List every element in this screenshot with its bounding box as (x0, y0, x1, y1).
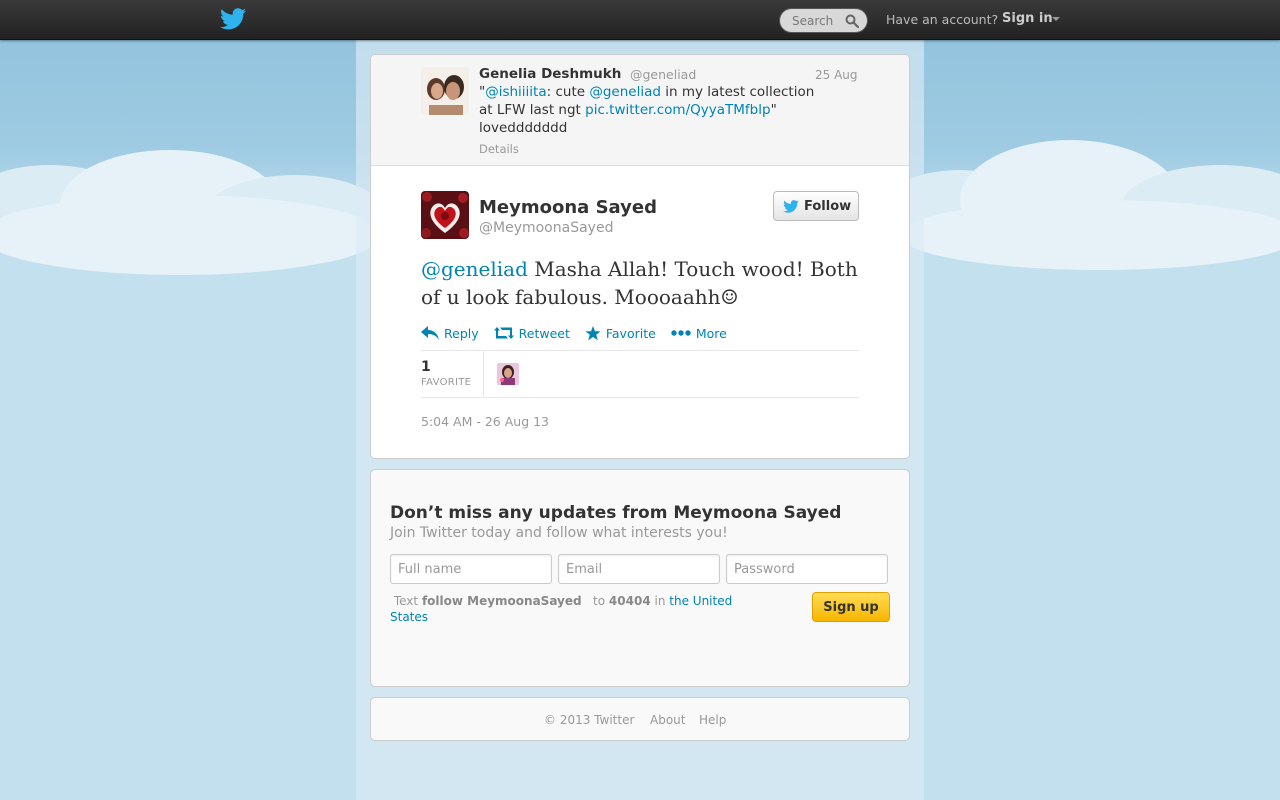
favorite-count[interactable]: 1 (421, 359, 431, 375)
full-name-field[interactable] (390, 554, 552, 584)
search-box[interactable] (779, 8, 868, 33)
favoriter-avatar[interactable] (497, 363, 519, 385)
parent-author-handle[interactable]: @geneliad (630, 67, 696, 82)
details-link[interactable]: Details (479, 142, 519, 156)
reply-button[interactable]: Reply (421, 326, 479, 341)
mention-link[interactable]: @geneliad (589, 84, 661, 100)
signup-title: Don’t miss any updates from Meymoona Say… (390, 503, 842, 523)
retweet-button[interactable]: Retweet (493, 325, 570, 341)
avatar-photo-icon (421, 67, 469, 115)
reply-icon (421, 326, 439, 340)
top-bar: Have an account? Sign in (0, 0, 1280, 40)
have-account-text: Have an account? (886, 12, 999, 27)
password-field[interactable] (726, 554, 888, 584)
twitter-bird-icon[interactable] (220, 8, 246, 30)
follow-label: Follow (804, 198, 852, 214)
mention-link[interactable]: @ishiiiita (485, 84, 546, 100)
signup-card: Don’t miss any updates from Meymoona Say… (370, 469, 910, 687)
pic-link[interactable]: pic.twitter.com/QyyaTMfblp (585, 102, 770, 118)
sms-follow-text: Text follow MeymoonaSayed to 40404 in th… (390, 594, 733, 624)
more-button[interactable]: More (671, 326, 727, 341)
user-avatar-icon (497, 363, 519, 385)
avatar[interactable] (421, 67, 469, 115)
search-icon[interactable] (845, 14, 859, 28)
star-icon (585, 325, 601, 340)
tweet-timestamp[interactable]: 5:04 AM - 26 Aug 13 (421, 414, 549, 429)
footer: © 2013 Twitter About Help (370, 697, 910, 741)
author-handle[interactable]: @MeymoonaSayed (479, 220, 613, 236)
twitter-bird-icon (783, 199, 799, 213)
footer-help-link[interactable]: Help (699, 713, 726, 727)
tweet-actions: Reply Retweet Favorite More (421, 323, 742, 343)
email-field[interactable] (558, 554, 720, 584)
tweet-stats: 1 FAVORITE (421, 350, 859, 398)
parent-tweet-time[interactable]: 25 Aug (815, 68, 858, 82)
signup-button[interactable]: Sign up (812, 592, 890, 622)
chevron-down-icon[interactable] (1052, 17, 1060, 21)
retweet-icon (493, 327, 514, 339)
footer-about-link[interactable]: About (650, 713, 685, 727)
favorite-label: Favorite (605, 325, 656, 341)
author-name[interactable]: Meymoona Sayed (479, 197, 657, 218)
more-dots-icon (671, 330, 691, 336)
tweet-text: @geneliad Masha Allah! Touch wood! Both … (421, 257, 858, 309)
favorite-button[interactable]: Favorite (585, 325, 656, 341)
heart-roses-avatar-icon (421, 191, 469, 239)
sign-in-link[interactable]: Sign in (1002, 11, 1053, 26)
follow-button[interactable]: Follow (773, 191, 859, 221)
parent-tweet-text: "@ishiiiita: cute @geneliad in my latest… (479, 84, 815, 136)
reply-label: Reply (444, 325, 479, 341)
parent-tweet[interactable]: Genelia Deshmukh @geneliad 25 Aug "@ishi… (371, 55, 909, 166)
stats-divider (483, 351, 484, 397)
more-label: More (695, 325, 727, 341)
parent-author-name[interactable]: Genelia Deshmukh (479, 66, 621, 82)
search-input[interactable] (792, 13, 847, 28)
signup-subtitle: Join Twitter today and follow what inter… (390, 525, 728, 541)
footer-copyright: © 2013 Twitter (544, 713, 635, 727)
favorite-count-label[interactable]: FAVORITE (421, 377, 471, 388)
avatar[interactable] (421, 191, 469, 239)
mention-link[interactable]: @geneliad (421, 257, 528, 281)
tweet-card: Genelia Deshmukh @geneliad 25 Aug "@ishi… (370, 54, 910, 459)
retweet-label: Retweet (518, 325, 570, 341)
